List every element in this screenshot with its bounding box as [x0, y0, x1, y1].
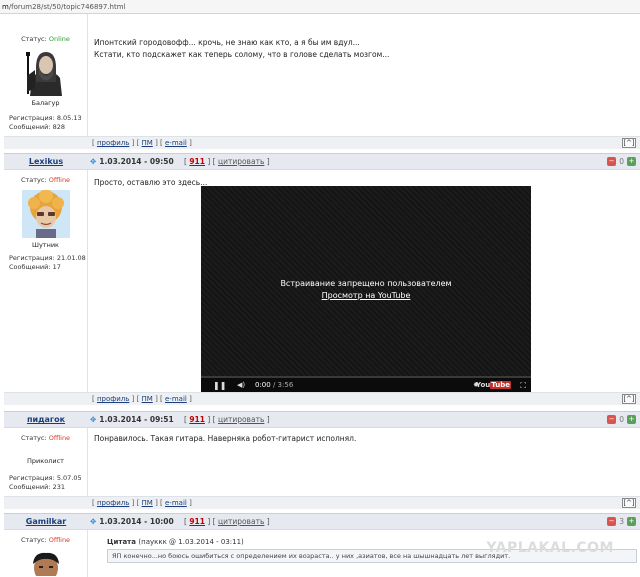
post-2-body: Просто, оставлю это здесь... Встраивание… [89, 170, 640, 396]
post-3-user-panel: Статус: Offline Приколист Регистрация: 5… [4, 428, 88, 496]
user-status: Статус: Offline [20, 176, 71, 184]
post-actions: [ 911 ] [ цитировать ] [184, 415, 270, 424]
user-nick[interactable]: пидагок [4, 415, 88, 424]
post-number-link[interactable]: 911 [189, 517, 205, 526]
post-date: ✥ 1.03.2014 - 09:51 [90, 415, 174, 424]
rating-score: 0 [619, 156, 624, 166]
profile-link[interactable]: профиль [97, 395, 129, 403]
watermark-logo: YAPLAKAL.COM [486, 540, 614, 556]
user-rank: Шутник [32, 241, 59, 249]
url-path: /forum28/st/50/topic746897.html [8, 3, 126, 11]
post-rating: −0 + [607, 414, 636, 424]
avatar[interactable] [21, 550, 70, 576]
user-status: Статус: Offline [20, 434, 71, 442]
profile-link[interactable]: профиль [97, 499, 129, 507]
post-text: Понравилось. Такая гитара. Наверняка роб… [94, 434, 357, 443]
email-link[interactable]: e-mail [165, 499, 187, 507]
watch-on-youtube-link[interactable]: Просмотр на YouTube [201, 290, 531, 302]
post-4-user-panel: Статус: Offline [4, 530, 88, 577]
thumb-up-icon[interactable]: + [627, 414, 636, 424]
post-3-body: Понравилось. Такая гитара. Наверняка роб… [89, 428, 640, 496]
post-footer: [ профиль ] [ ПМ ] [ e-mail ] [^] [89, 496, 640, 509]
post-number-link[interactable]: 911 [189, 157, 205, 166]
youtube-logo[interactable]: YouTube [476, 381, 511, 389]
user-rank: Балагур [31, 99, 60, 107]
quote-link[interactable]: цитировать [218, 517, 264, 526]
post-rating: −3 + [607, 516, 636, 526]
pm-link[interactable]: ПМ [142, 395, 153, 403]
post-date: ✥ 1.03.2014 - 09:50 [90, 157, 174, 166]
user-rank: Приколист [27, 457, 64, 465]
youtube-embed[interactable]: Встраивание запрещено пользователем Прос… [201, 186, 531, 392]
user-status: Статус: Online [21, 35, 70, 43]
rating-score: 0 [619, 414, 624, 424]
pin-icon[interactable]: ✥ [90, 157, 96, 166]
profile-link[interactable]: профиль [97, 139, 129, 147]
quote-link[interactable]: цитировать [218, 415, 264, 424]
post-footer: [ профиль ] [ ПМ ] [ e-mail ] [^] [89, 136, 640, 149]
thumb-up-icon[interactable]: + [627, 156, 636, 166]
post-1-body: Ипонтский городовофф... крочь, не знаю к… [89, 14, 640, 136]
scroll-top-button[interactable]: [^] [622, 498, 636, 508]
user-status: Статус: Offline [20, 536, 71, 544]
scroll-top-button[interactable]: [^] [622, 138, 636, 148]
post-3: пидагок ✥ 1.03.2014 - 09:51 [ 911 ] [ цит… [4, 411, 640, 510]
post-actions: [ 911 ] [ цитировать ] [184, 157, 270, 166]
post-2-user-panel: Статус: Offline Шутник Регистрация: 21.0… [4, 170, 88, 396]
post-number-link[interactable]: 911 [189, 415, 205, 424]
thumb-up-icon[interactable]: + [627, 516, 636, 526]
post-rating: −0 + [607, 156, 636, 166]
post-text: Ипонтский городовофф... крочь, не знаю к… [94, 38, 390, 59]
post-2: Lexikus ✥ 1.03.2014 - 09:50 [ 911 ] [ цит… [4, 153, 640, 409]
email-link[interactable]: e-mail [165, 139, 187, 147]
avatar[interactable] [21, 48, 70, 96]
quote-link[interactable]: цитировать [218, 157, 264, 166]
rating-score: 3 [619, 516, 624, 526]
pin-icon[interactable]: ✥ [90, 517, 96, 526]
pm-link[interactable]: ПМ [142, 139, 153, 147]
post-header: пидагок ✥ 1.03.2014 - 09:51 [ 911 ] [ цит… [4, 411, 640, 428]
address-bar[interactable]: m/forum28/st/50/topic746897.html [0, 0, 640, 14]
post-1: Статус: Online Балагур Регистрация: 8.05… [4, 14, 640, 164]
post-header: Gamilkar ✥ 1.03.2014 - 10:00 [ 911 ] [ ци… [4, 513, 640, 530]
user-registration-info: Регистрация: 8.05.13 Сообщений: 828 [9, 114, 82, 131]
thumb-down-icon[interactable]: − [607, 156, 617, 166]
post-actions: [ 911 ] [ цитировать ] [184, 517, 270, 526]
scroll-top-button[interactable]: [^] [622, 394, 636, 404]
volume-icon[interactable]: ◀) [237, 381, 245, 389]
pause-icon[interactable]: ❚❚ [213, 381, 226, 390]
embed-blocked-message: Встраивание запрещено пользователем Прос… [201, 278, 531, 302]
post-date: ✥ 1.03.2014 - 10:00 [90, 517, 174, 526]
thumb-down-icon[interactable]: − [607, 516, 617, 526]
post-1-user-panel: Статус: Online Балагур Регистрация: 8.05… [4, 14, 88, 136]
pm-link[interactable]: ПМ [142, 499, 153, 507]
user-nick[interactable]: Gamilkar [4, 517, 88, 526]
user-registration-info: Регистрация: 21.01.08 Сообщений: 17 [9, 254, 86, 271]
email-link[interactable]: e-mail [165, 395, 187, 403]
fullscreen-icon[interactable]: ⛶ [520, 381, 526, 391]
post-text: Просто, оставлю это здесь... [94, 178, 208, 187]
video-controls: ❚❚ ◀) 0:00 / 3:56 ✹ YouTube ⛶ [201, 376, 531, 392]
post-footer: [ профиль ] [ ПМ ] [ e-mail ] [^] [89, 392, 640, 405]
user-registration-info: Регистрация: 5.07.05 Сообщений: 231 [9, 474, 82, 491]
thumb-down-icon[interactable]: − [607, 414, 617, 424]
video-time: 0:00 / 3:56 [255, 381, 294, 389]
avatar[interactable] [21, 190, 70, 238]
post-header: Lexikus ✥ 1.03.2014 - 09:50 [ 911 ] [ цит… [4, 153, 640, 170]
user-nick[interactable]: Lexikus [4, 157, 88, 166]
url-host: m [2, 3, 9, 11]
pin-icon[interactable]: ✥ [90, 415, 96, 424]
